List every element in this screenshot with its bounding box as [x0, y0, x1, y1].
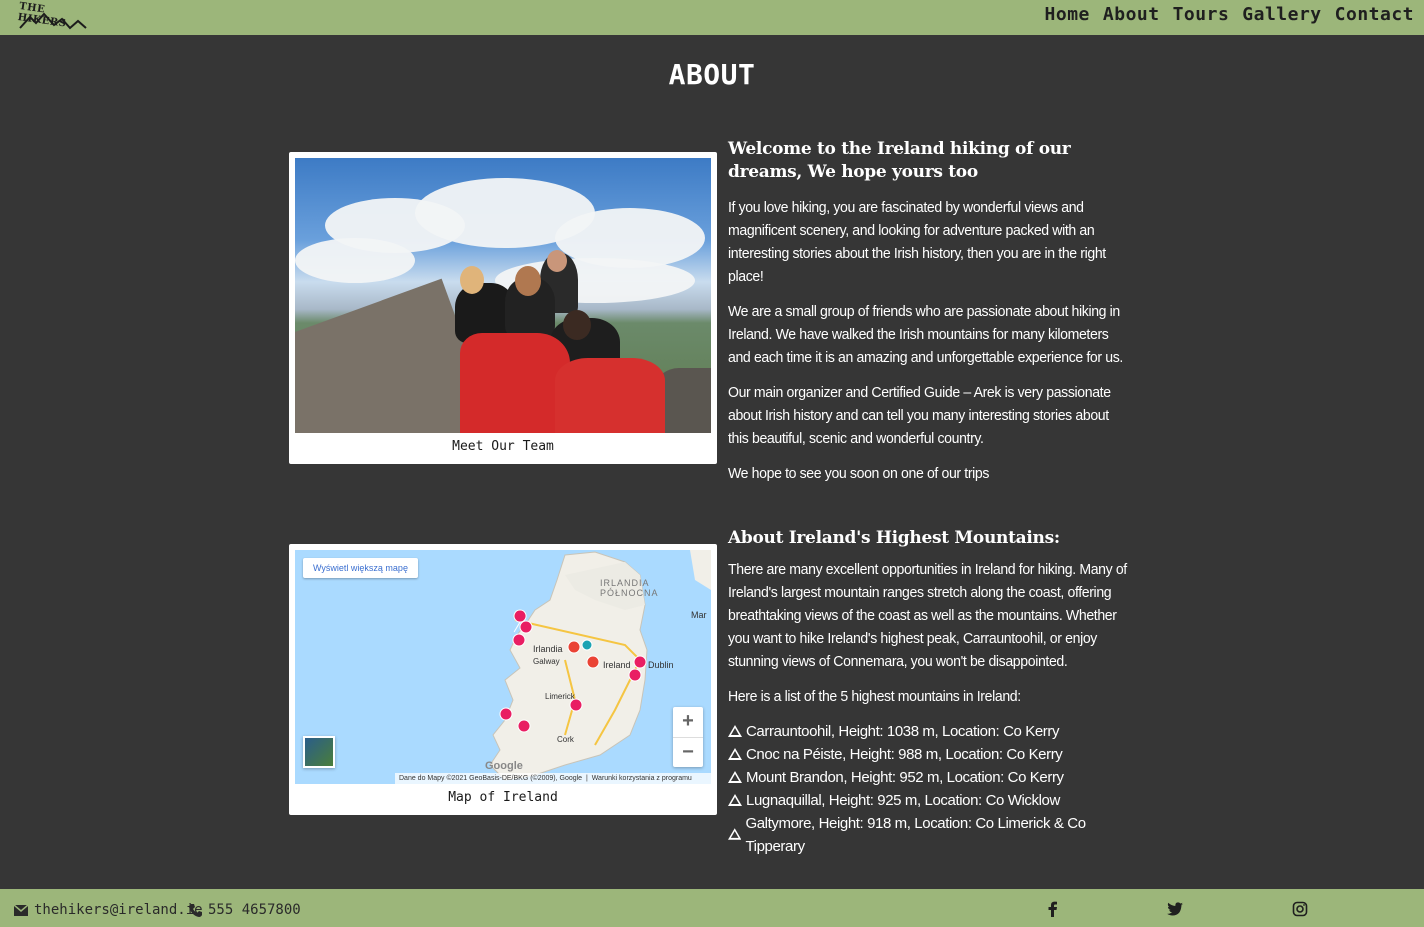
- google-logo: Google: [485, 760, 523, 772]
- team-caption: Meet Our Team: [452, 439, 554, 454]
- ireland-map[interactable]: Wyświetl większą mapę IRLANDIA PÓŁNOCNA …: [295, 550, 711, 784]
- team-figure: Meet Our Team: [289, 152, 717, 464]
- map-pins: [499, 609, 647, 733]
- nav-about[interactable]: About: [1103, 4, 1160, 25]
- mountain-icon: [728, 747, 742, 760]
- list-item: Carrauntoohil, Height: 1038 m, Location:…: [728, 720, 1133, 743]
- list-item: Cnoc na Péiste, Height: 988 m, Location:…: [728, 743, 1133, 766]
- mountains-paragraph: There are many excellent opportunities i…: [728, 561, 1127, 670]
- logo[interactable]: THE HIKERS: [17, 1, 90, 33]
- nav-contact[interactable]: Contact: [1335, 4, 1414, 25]
- intro-heading: Welcome to the Ireland hiking of our dre…: [728, 139, 1071, 182]
- map-figure: Wyświetl większą mapę IRLANDIA PÓŁNOCNA …: [289, 544, 717, 815]
- mountains-heading: About Ireland's Highest Mountains:: [728, 528, 1060, 548]
- map-satellite-toggle[interactable]: [303, 736, 335, 768]
- intro-section: Welcome to the Ireland hiking of our dre…: [728, 138, 1133, 485]
- envelope-icon: [14, 904, 28, 916]
- list-item: Mount Brandon, Height: 952 m, Location: …: [728, 766, 1133, 789]
- main-nav: Home About Tours Gallery Contact: [1045, 4, 1414, 25]
- page-title: ABOUT: [668, 58, 756, 91]
- phone-icon: [189, 903, 202, 917]
- intro-paragraph-4: We hope to see you soon on one of our tr…: [728, 465, 990, 482]
- zoom-out-button[interactable]: −: [673, 738, 703, 768]
- nav-gallery[interactable]: Gallery: [1242, 4, 1321, 25]
- mountain-icon: [728, 770, 742, 783]
- twitter-icon[interactable]: [1167, 901, 1183, 917]
- intro-paragraph-2: We are a small group of friends who are …: [728, 303, 1123, 366]
- map-caption: Map of Ireland: [448, 790, 558, 805]
- footer-phone[interactable]: 555 4657800: [189, 902, 301, 918]
- zoom-in-button[interactable]: +: [673, 707, 703, 737]
- mountain-icon: [728, 793, 742, 806]
- nav-tours[interactable]: Tours: [1173, 4, 1230, 25]
- map-zoom-control: + −: [673, 707, 703, 767]
- map-terms-link[interactable]: Warunki korzystania z programu: [592, 775, 692, 782]
- top-navbar: THE HIKERS Home About Tours Gallery Cont…: [0, 0, 1424, 35]
- mountains-section: About Ireland's Highest Mountains: There…: [728, 527, 1133, 858]
- map-attribution-text: Dane do Mapy ©2021 GeoBasis-DE/BKG (©200…: [399, 775, 583, 782]
- intro-paragraph-3: Our main organizer and Certified Guide –…: [728, 384, 1111, 447]
- mountains-list: Carrauntoohil, Height: 1038 m, Location:…: [728, 720, 1133, 858]
- list-item: Galtymore, Height: 918 m, Location: Co L…: [728, 812, 1133, 858]
- footer-email[interactable]: thehikers@ireland.ie: [14, 902, 203, 918]
- instagram-icon[interactable]: [1292, 901, 1308, 917]
- mountain-icon: [728, 724, 742, 737]
- mountains-list-intro: Here is a list of the 5 highest mountain…: [728, 688, 1021, 705]
- team-photo: [295, 158, 711, 433]
- map-attribution: Dane do Mapy ©2021 GeoBasis-DE/BKG (©200…: [395, 773, 711, 784]
- list-item: Lugnaquillal, Height: 925 m, Location: C…: [728, 789, 1133, 812]
- mountain-logo-icon: [19, 12, 87, 30]
- footer: thehikers@ireland.ie 555 4657800: [0, 889, 1424, 927]
- nav-home[interactable]: Home: [1045, 4, 1090, 25]
- intro-paragraph-1: If you love hiking, you are fascinated b…: [728, 199, 1106, 285]
- facebook-icon[interactable]: [1045, 901, 1061, 917]
- mountain-icon: [728, 828, 742, 840]
